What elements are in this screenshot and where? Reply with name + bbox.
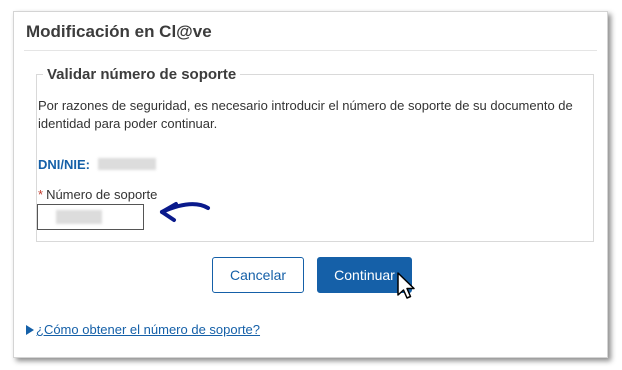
dni-value-masked — [98, 158, 156, 170]
how-to-get-support-number-link[interactable]: ¿Cómo obtener el número de soporte? — [36, 322, 260, 337]
support-number-label: * Número de soporte — [38, 187, 157, 202]
panel-legend: Validar número de soporte — [47, 66, 237, 83]
support-number-value-masked — [56, 210, 102, 224]
help-link-row[interactable]: ¿Cómo obtener el número de soporte? — [26, 322, 260, 337]
hand-drawn-arrow-icon — [160, 202, 210, 222]
required-marker: * — [38, 187, 44, 202]
security-help-text: Por razones de seguridad, es necesario i… — [38, 98, 573, 131]
dni-row: DNI/NIE: — [38, 155, 156, 173]
mouse-pointer-icon — [397, 272, 415, 299]
page-title: Modificación en Cl@ve — [26, 22, 212, 41]
support-number-label-text: Número de soporte — [46, 187, 158, 202]
title-divider — [24, 50, 597, 51]
dni-label: DNI/NIE: — [38, 156, 90, 172]
triangle-right-icon — [26, 324, 34, 335]
dialog-window: Modificación en Cl@ve Validar número de … — [13, 11, 608, 358]
support-number-input[interactable] — [37, 204, 144, 230]
cancel-button[interactable]: Cancelar — [212, 257, 304, 293]
